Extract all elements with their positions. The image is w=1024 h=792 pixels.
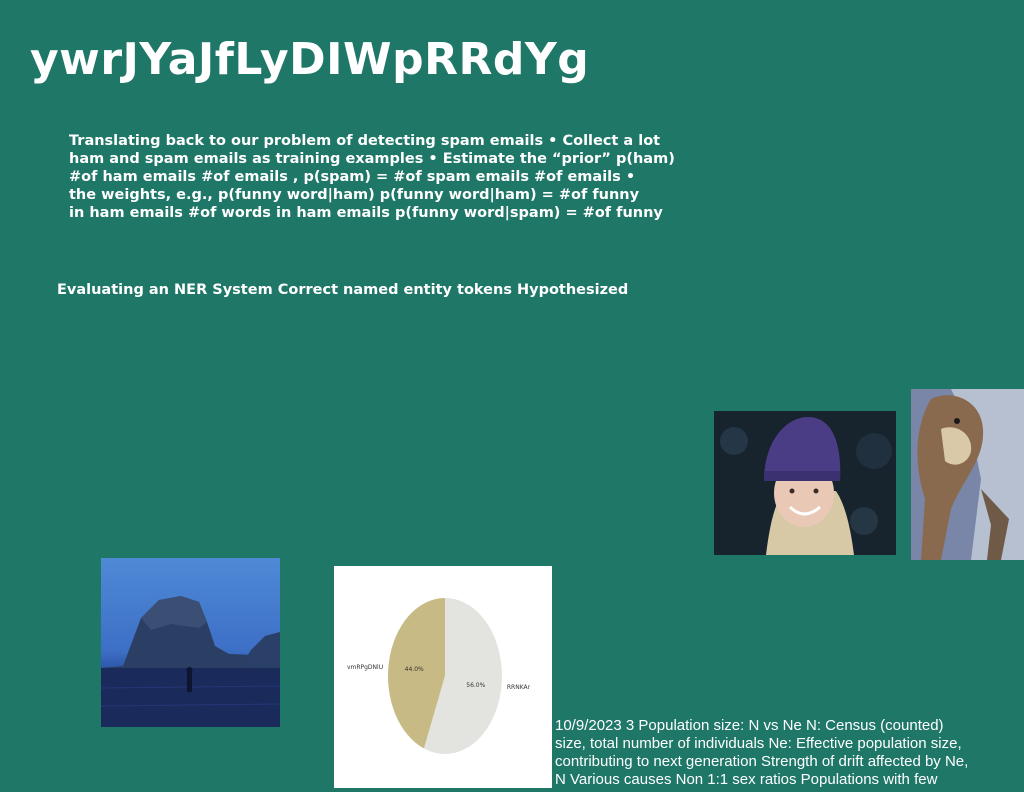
pie-category-label: vmRPgDNlU [347, 664, 383, 671]
pie-category-label: RRNKAr [507, 684, 531, 691]
paragraph-line: #of ham emails #of emails , p(spam) = #o… [69, 169, 636, 185]
woman-photo [714, 411, 896, 555]
paragraph-line: in ham emails #of words in ham emails p(… [69, 205, 663, 221]
animal-photo [911, 389, 1024, 560]
footer-line: size, total number of individuals Ne: Ef… [555, 735, 962, 752]
page-title: ywrJYaJfLyDIWpRRdYg [30, 34, 590, 85]
pie-chart: 44.0% vmRPgDNlU 56.0% RRNKAr [334, 566, 552, 788]
paragraph-line: Translating back to our problem of detec… [69, 133, 661, 149]
paragraph-line: ham and spam emails as training examples… [69, 151, 675, 167]
body-paragraph: Translating back to our problem of detec… [69, 132, 689, 222]
footer-line: contributing to next generation Strength… [555, 753, 969, 770]
mountain-photo [101, 558, 280, 727]
subheading: Evaluating an NER System Correct named e… [57, 282, 629, 298]
paragraph-line: the weights, e.g., p(funny word|ham) p(f… [69, 187, 640, 203]
pie-value-label: 56.0% [466, 682, 485, 689]
footer-line: 10/9/2023 3 Population size: N vs Ne N: … [555, 717, 944, 734]
pie-value-label: 44.0% [405, 666, 424, 673]
footer-text: 10/9/2023 3 Population size: N vs Ne N: … [555, 717, 1024, 789]
footer-line: N Various causes Non 1:1 sex ratios Popu… [555, 771, 938, 788]
